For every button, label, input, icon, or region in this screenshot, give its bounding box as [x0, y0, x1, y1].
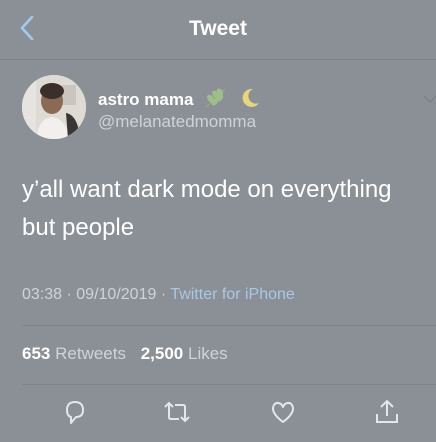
author-handle[interactable]: @melanatedmomma	[98, 112, 256, 132]
tweet-date: 09/10/2019	[76, 286, 157, 303]
action-bar	[0, 398, 436, 428]
author-name[interactable]: astro mama	[98, 87, 261, 114]
tweet-meta: 03:38 · 09/10/2019 · Twitter for iPhone	[22, 286, 295, 304]
herb-icon	[203, 87, 229, 114]
divider	[22, 384, 436, 385]
tweet-source-link[interactable]: Twitter for iPhone	[170, 286, 295, 303]
author-name-text: astro mama	[98, 89, 194, 109]
share-icon	[376, 399, 398, 423]
retweet-button[interactable]	[162, 398, 192, 426]
share-button[interactable]	[372, 398, 402, 426]
retweets-label[interactable]: Retweets	[55, 344, 126, 363]
divider	[22, 325, 436, 326]
retweets-count[interactable]: 653	[22, 344, 50, 363]
more-options-button[interactable]	[422, 92, 436, 104]
tweet-time: 03:38	[22, 286, 63, 303]
reply-icon	[66, 401, 84, 424]
tweet-stats: 653 Retweets 2,500 Likes	[22, 344, 238, 364]
avatar[interactable]	[22, 75, 86, 139]
meta-separator: ·	[66, 286, 72, 303]
page-title: Tweet	[189, 17, 247, 40]
like-icon	[272, 401, 294, 423]
likes-count[interactable]: 2,500	[141, 344, 184, 363]
reply-button[interactable]	[60, 398, 90, 426]
likes-label[interactable]: Likes	[188, 344, 228, 363]
chevron-down-icon	[423, 95, 436, 103]
meta-separator-2: ·	[160, 286, 167, 303]
nav-bar: Tweet	[0, 0, 436, 60]
tweet-text: y’all want dark mode on everything but p…	[22, 176, 392, 241]
retweet-icon	[164, 401, 190, 423]
like-button[interactable]	[268, 398, 298, 426]
crescent-moon-icon	[239, 87, 261, 114]
avatar-photo	[22, 75, 86, 139]
